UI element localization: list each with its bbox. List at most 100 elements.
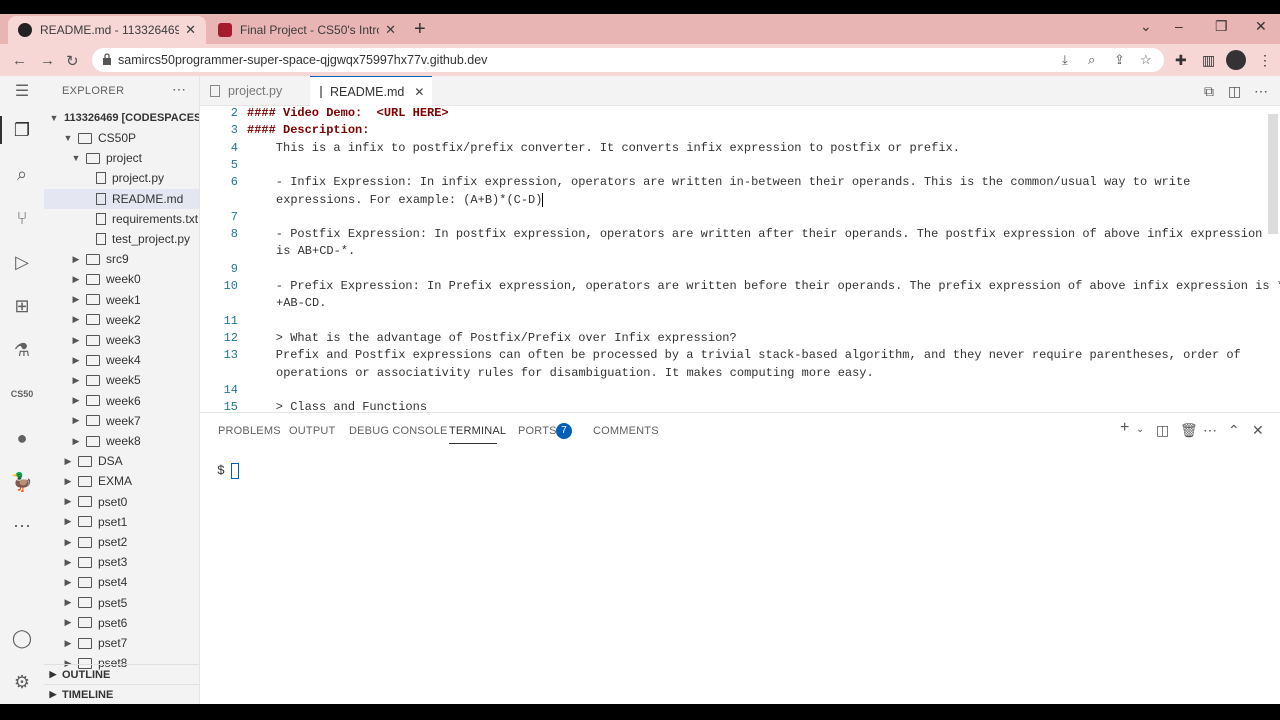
folder-item[interactable]: ▶ pset4 xyxy=(44,572,199,592)
browser-menu-icon[interactable]: ⋮ xyxy=(1258,52,1272,69)
explorer-files-icon[interactable]: ❐ xyxy=(10,118,34,142)
browser-tab-readme[interactable]: README.md - 113326469 [Codes ✕ xyxy=(8,16,206,44)
explorer-title: EXPLORER xyxy=(62,85,125,97)
folder-item[interactable]: ▶ pset1 xyxy=(44,512,199,532)
chevron-right-icon: ▶ xyxy=(72,273,80,284)
maximize-panel-icon[interactable]: ⌃ xyxy=(1228,422,1240,439)
folder-item[interactable]: ▶ EXMA xyxy=(44,471,199,491)
new-tab-button[interactable]: + xyxy=(414,18,426,41)
source-control-icon[interactable]: ⑂ xyxy=(10,206,34,230)
terminal-cursor[interactable] xyxy=(231,463,239,479)
folder-item[interactable]: ▶ week4 xyxy=(44,350,199,370)
editor-scrollbar[interactable] xyxy=(1268,114,1278,234)
chevron-right-icon: ▶ xyxy=(49,689,57,699)
cs50-icon[interactable]: CS50 xyxy=(10,382,34,406)
tab-problems[interactable]: PROBLEMS xyxy=(218,425,281,437)
duck-debugger-icon[interactable]: 🦆 xyxy=(10,470,34,494)
code-text: > Class and Functions xyxy=(247,400,428,412)
folder-item[interactable]: ▶ src9 xyxy=(44,249,199,269)
folder-item[interactable]: ▶ pset5 xyxy=(44,593,199,613)
code-line: #### Description: xyxy=(247,123,369,137)
back-button[interactable]: ← xyxy=(12,52,27,69)
tab-output[interactable]: OUTPUT xyxy=(289,425,335,437)
close-window-button[interactable]: ✕ xyxy=(1255,18,1267,35)
bookmark-star-icon[interactable]: ☆ xyxy=(1140,52,1152,68)
tab-terminal[interactable]: TERMINAL xyxy=(449,425,506,437)
extensions-icon[interactable]: ✚ xyxy=(1175,52,1187,69)
open-preview-icon[interactable]: ⧉ xyxy=(1204,83,1214,100)
folder-icon xyxy=(86,334,100,346)
settings-gear-icon[interactable]: ⚙ xyxy=(10,670,34,694)
minimize-button[interactable]: – xyxy=(1175,18,1183,34)
folder-item[interactable]: ▶ week1 xyxy=(44,290,199,310)
reload-button[interactable]: ↻ xyxy=(66,52,79,70)
trash-icon[interactable]: 🗑 xyxy=(1180,422,1198,439)
more-icon[interactable]: ⋯ xyxy=(10,514,34,538)
browser-tab-final-project[interactable]: Final Project - CS50's Introductio ✕ xyxy=(208,16,406,44)
tree-item-label: pset7 xyxy=(98,636,128,650)
folder-item[interactable]: ▶ week5 xyxy=(44,370,199,390)
more-actions-icon[interactable]: ⋯ xyxy=(1254,83,1268,100)
timeline-section[interactable]: ▶ TIMELINE xyxy=(44,684,199,704)
accounts-icon[interactable]: ◯ xyxy=(10,626,34,650)
url-input[interactable]: samircs50programmer-super-space-qjgwqx75… xyxy=(92,48,1164,72)
github-icon[interactable]: ● xyxy=(10,426,34,450)
share-icon[interactable]: ⇪ xyxy=(1114,52,1125,68)
side-panel-icon[interactable]: ▥ xyxy=(1202,52,1215,69)
install-app-icon[interactable]: ⤓ xyxy=(1062,52,1068,68)
outline-section[interactable]: ▶ OUTLINE xyxy=(44,664,199,684)
folder-item[interactable]: ▶ week2 xyxy=(44,310,199,330)
tree-item-label: test_project.py xyxy=(112,232,191,246)
chevron-right-icon: ▶ xyxy=(49,669,57,679)
close-tab-icon[interactable]: ✕ xyxy=(185,22,196,38)
folder-item[interactable]: ▶ pset2 xyxy=(44,532,199,552)
tab-ports[interactable]: PORTS xyxy=(518,425,557,437)
folder-item[interactable]: ▶ week3 xyxy=(44,330,199,350)
maximize-button[interactable]: ❐ xyxy=(1215,18,1228,35)
code-editor[interactable]: 2 #### Video Demo: <URL HERE> 3 #### Descri… xyxy=(200,106,1280,412)
new-terminal-icon[interactable]: + xyxy=(1120,419,1129,437)
folder-item[interactable]: ▶ week0 xyxy=(44,269,199,289)
extensions-icon[interactable]: ⊞ xyxy=(10,294,34,318)
folder-item[interactable]: ▶ pset3 xyxy=(44,552,199,572)
folder-item[interactable]: ▼ CS50P xyxy=(44,128,199,148)
close-tab-icon[interactable]: ✕ xyxy=(385,22,396,38)
run-debug-icon[interactable]: ▷ xyxy=(10,250,34,274)
explorer-more-icon[interactable]: ⋯ xyxy=(172,81,186,98)
chevron-right-icon: ▶ xyxy=(64,597,72,608)
menu-icon[interactable]: ☰ xyxy=(10,80,34,104)
folder-item[interactable]: ▶ pset6 xyxy=(44,613,199,633)
tab-search-icon[interactable]: ⌄ xyxy=(1140,18,1152,35)
folder-item[interactable]: ▶ DSA xyxy=(44,451,199,471)
split-terminal-icon[interactable]: ◫ xyxy=(1156,422,1169,439)
forward-button[interactable]: → xyxy=(40,52,55,69)
address-bar-row: ← → ↻ samircs50programmer-super-space-qj… xyxy=(0,44,1280,76)
close-tab-icon[interactable]: ✕ xyxy=(414,85,424,99)
file-item[interactable]: project.py xyxy=(44,168,199,188)
more-actions-icon[interactable]: ⋯ xyxy=(1203,422,1217,439)
tab-comments[interactable]: COMMENTS xyxy=(593,425,659,437)
profile-avatar[interactable] xyxy=(1226,50,1246,70)
folder-item[interactable]: ▼ project xyxy=(44,148,199,168)
file-item[interactable]: requirements.txt xyxy=(44,209,199,229)
line-number: 14 xyxy=(223,382,238,397)
testing-flask-icon[interactable]: ⚗ xyxy=(10,338,34,362)
search-icon[interactable]: ⌕ xyxy=(10,162,34,186)
file-item[interactable]: README.md xyxy=(44,188,199,209)
tab-readme-md[interactable]: README.md ✕ xyxy=(310,76,432,106)
folder-item[interactable]: ▶ pset0 xyxy=(44,492,199,512)
file-item[interactable]: test_project.py xyxy=(44,229,199,249)
folder-item[interactable]: ▶ week8 xyxy=(44,431,199,451)
close-panel-icon[interactable]: ✕ xyxy=(1252,422,1264,439)
folder-item[interactable]: ▶ pset7 xyxy=(44,633,199,653)
tab-project-py[interactable]: project.py xyxy=(200,76,310,106)
workspace-root[interactable]: ▼ 113326469 [CODESPACES] xyxy=(44,108,199,128)
folder-item[interactable]: ▶ week6 xyxy=(44,391,199,411)
code-text: - Postfix Expression: In postfix express… xyxy=(247,227,1263,242)
zoom-icon[interactable]: ⌕ xyxy=(1088,52,1095,68)
folder-item[interactable]: ▶ week7 xyxy=(44,411,199,431)
folder-icon xyxy=(78,576,92,588)
chevron-down-icon[interactable]: ⌄ xyxy=(1136,424,1144,435)
split-editor-icon[interactable]: ◫ xyxy=(1228,83,1241,100)
tab-debug-console[interactable]: DEBUG CONSOLE xyxy=(349,425,448,437)
